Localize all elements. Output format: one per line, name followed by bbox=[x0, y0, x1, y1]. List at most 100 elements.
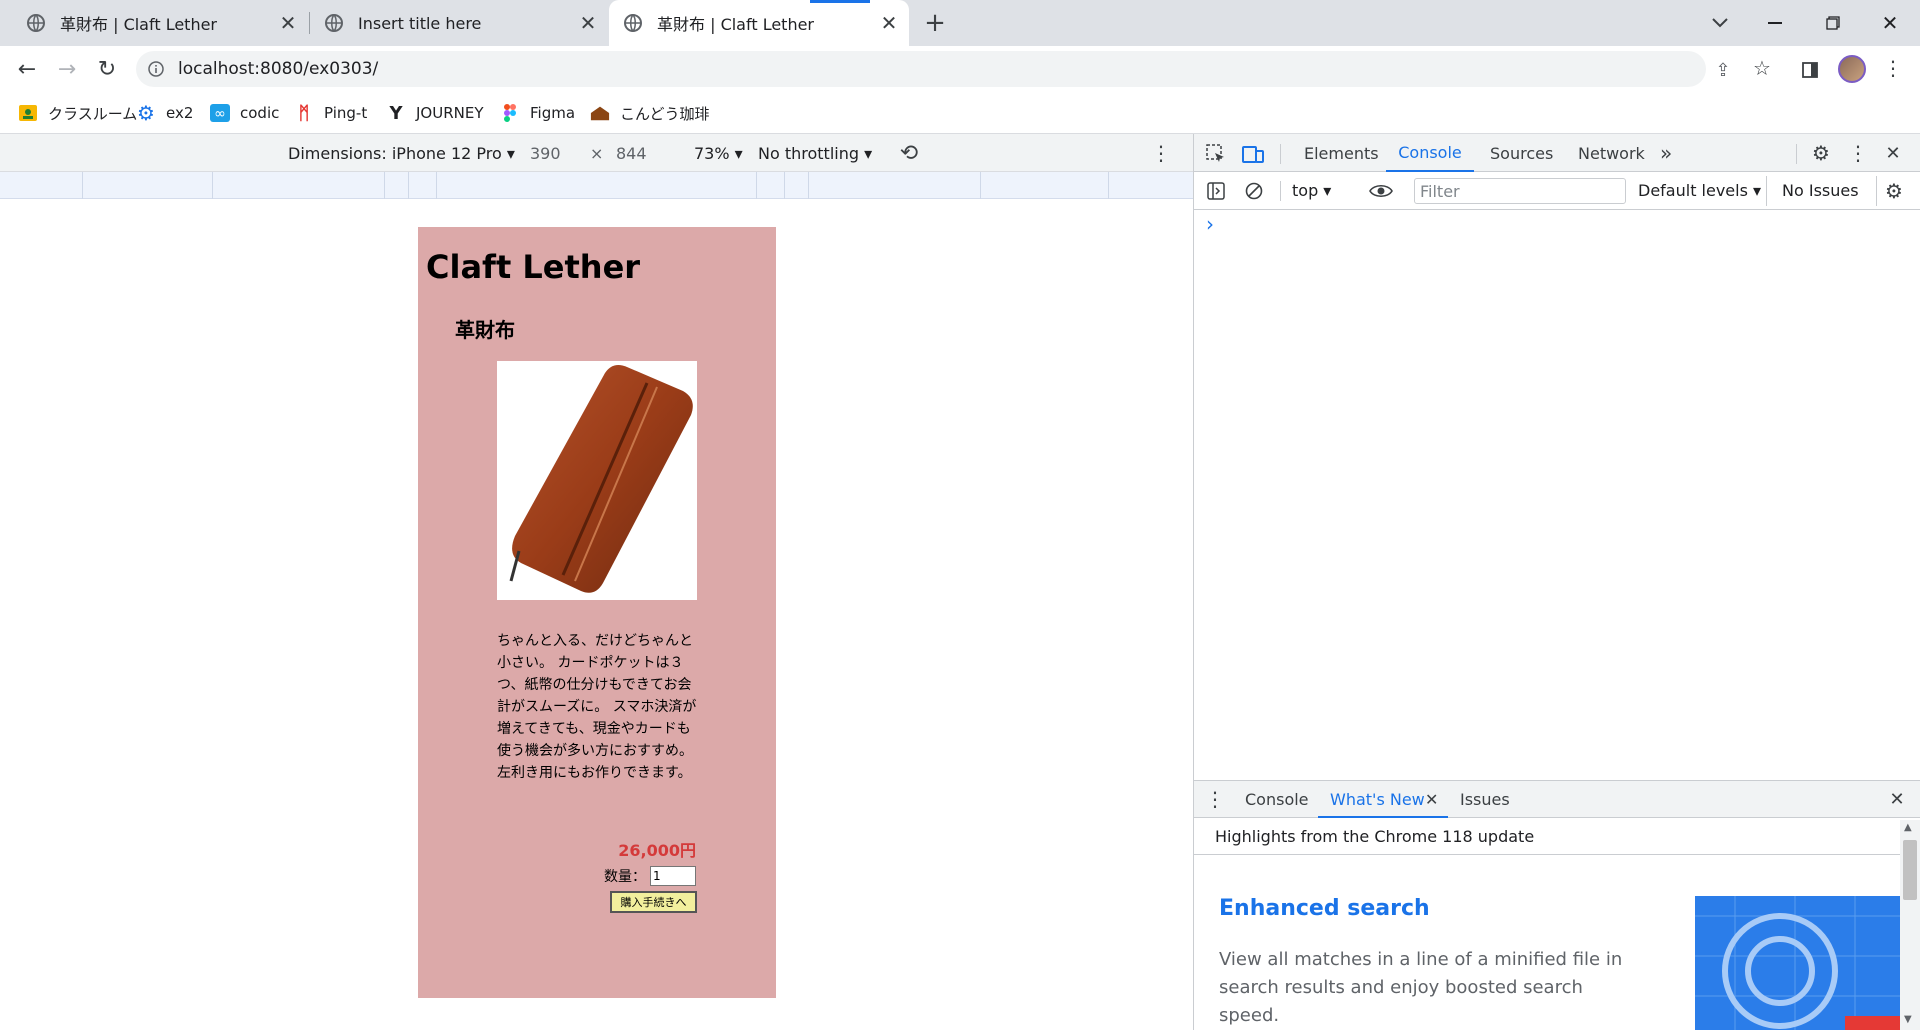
bookmark-item[interactable]: ∞ codic bbox=[210, 100, 279, 126]
menu-kebab-icon[interactable]: ⋮ bbox=[1880, 55, 1906, 81]
tab-elements[interactable]: Elements bbox=[1304, 134, 1379, 172]
tab-title: Insert title here bbox=[358, 13, 482, 33]
media-query-bar bbox=[0, 172, 1193, 199]
close-tab-icon[interactable]: ✕ bbox=[276, 11, 300, 35]
rotate-icon[interactable]: ⟲ bbox=[896, 140, 922, 166]
drawer-tab-console[interactable]: Console bbox=[1245, 780, 1309, 818]
quantity-label: 数量： bbox=[604, 869, 646, 885]
scrollbar-thumb[interactable] bbox=[1903, 840, 1917, 900]
drawer-tab-close-icon[interactable]: ✕ bbox=[1425, 780, 1438, 818]
minimize-icon[interactable] bbox=[1760, 8, 1790, 38]
side-panel-icon[interactable] bbox=[1797, 57, 1823, 83]
figma-icon bbox=[500, 103, 520, 123]
device-name: Dimensions: iPhone 12 Pro bbox=[288, 144, 502, 163]
new-tab-icon[interactable]: + bbox=[920, 8, 950, 38]
bookmark-label: ex2 bbox=[166, 104, 194, 122]
context-value: top bbox=[1292, 181, 1319, 200]
quantity-input[interactable] bbox=[650, 866, 696, 886]
loading-indicator bbox=[810, 0, 870, 3]
profile-avatar[interactable] bbox=[1838, 55, 1866, 83]
tab-search-icon[interactable] bbox=[1705, 8, 1735, 38]
bookmark-star-icon[interactable]: ☆ bbox=[1749, 55, 1775, 81]
clear-console-icon[interactable] bbox=[1241, 178, 1267, 204]
browser-tab-3-active[interactable]: 革財布 | Claft Lether ✕ bbox=[609, 0, 909, 46]
browser-tab-1[interactable]: 革財布 | Claft Lether ✕ bbox=[0, 0, 308, 46]
dimension-separator: × bbox=[590, 144, 604, 163]
live-expression-eye-icon[interactable] bbox=[1366, 178, 1396, 204]
bookmark-item[interactable]: クラスルーム bbox=[18, 100, 137, 126]
bookmark-item[interactable]: Y JOURNEY bbox=[386, 100, 484, 126]
width-input[interactable]: 390 bbox=[530, 144, 561, 163]
drawer-tab-issues[interactable]: Issues bbox=[1460, 780, 1510, 818]
height-input[interactable]: 844 bbox=[616, 144, 647, 163]
sidebar-toggle-icon[interactable] bbox=[1203, 178, 1229, 204]
url-text: localhost:8080/ex0303/ bbox=[178, 59, 379, 79]
tab-title: 革財布 | Claft Lether bbox=[60, 15, 218, 34]
context-select[interactable]: top ▾ bbox=[1292, 181, 1331, 200]
tab-network[interactable]: Network bbox=[1578, 134, 1645, 172]
ruler-divider bbox=[808, 172, 809, 199]
back-icon[interactable]: ← bbox=[12, 54, 42, 84]
bookmark-label: クラスルーム bbox=[48, 104, 138, 123]
devtools-menu-icon[interactable]: ⋮ bbox=[1845, 140, 1871, 166]
drawer-menu-icon[interactable]: ⋮ bbox=[1202, 786, 1228, 812]
toolbar-divider bbox=[1766, 176, 1767, 206]
bookmark-label: JOURNEY bbox=[416, 104, 484, 122]
inspect-element-icon[interactable] bbox=[1203, 141, 1229, 167]
svg-text:∞: ∞ bbox=[214, 106, 226, 122]
bookmark-item[interactable]: Figma bbox=[500, 100, 575, 126]
feature-illustration bbox=[1695, 896, 1900, 1030]
tab-console[interactable]: Console bbox=[1386, 134, 1474, 172]
bookmark-item[interactable]: ᛗ Ping-t bbox=[294, 100, 368, 126]
browser-tab-2[interactable]: Insert title here ✕ bbox=[310, 0, 608, 46]
cafe-icon bbox=[590, 103, 610, 123]
ruler-divider bbox=[82, 172, 83, 199]
more-options-icon[interactable]: ⋮ bbox=[1148, 140, 1174, 166]
toolbar-divider bbox=[1796, 144, 1797, 164]
toolbar-divider bbox=[1280, 144, 1281, 164]
whats-new-header: Highlights from the Chrome 118 update bbox=[1215, 827, 1535, 846]
purchase-button[interactable]: 購入手続きへ bbox=[610, 891, 697, 913]
console-prompt[interactable]: › bbox=[1206, 212, 1214, 236]
close-tab-icon[interactable]: ✕ bbox=[576, 11, 600, 35]
infinity-icon: ∞ bbox=[210, 103, 230, 123]
ruler-divider bbox=[784, 172, 785, 199]
reload-icon[interactable]: ↻ bbox=[92, 54, 122, 84]
tab-sources[interactable]: Sources bbox=[1490, 134, 1553, 172]
product-name: 革財布 bbox=[455, 318, 515, 342]
globe-icon bbox=[325, 14, 343, 32]
devtools-close-icon[interactable]: ✕ bbox=[1880, 140, 1906, 166]
toolbar-divider bbox=[1876, 176, 1877, 206]
more-tabs-icon[interactable]: » bbox=[1660, 134, 1672, 172]
wallet-image bbox=[497, 361, 697, 600]
gear-icon: ⚙ bbox=[137, 101, 155, 125]
feature-description: View all matches in a line of a minified… bbox=[1219, 949, 1623, 1026]
window-close-icon[interactable]: ✕ bbox=[1875, 8, 1905, 38]
site-info-icon[interactable] bbox=[146, 59, 166, 79]
scroll-up-icon[interactable]: ▲ bbox=[1904, 822, 1912, 833]
feature-title[interactable]: Enhanced search bbox=[1219, 896, 1430, 921]
bookmark-item[interactable]: ⚙ ex2 bbox=[136, 100, 193, 126]
zoom-select[interactable]: 73% ▾ bbox=[694, 144, 743, 163]
zoom-value: 73% bbox=[694, 144, 730, 163]
bookmark-item[interactable]: こんどう珈琲 bbox=[590, 100, 710, 126]
bookmark-label: codic bbox=[240, 104, 280, 122]
bookmark-label: Figma bbox=[530, 104, 576, 122]
throttling-select[interactable]: No throttling ▾ bbox=[758, 144, 872, 163]
restore-icon[interactable] bbox=[1818, 8, 1848, 38]
share-icon[interactable]: ⇪ bbox=[1710, 57, 1736, 83]
drawer-close-icon[interactable]: ✕ bbox=[1884, 786, 1910, 812]
throttling-value: No throttling bbox=[758, 144, 860, 163]
console-settings-icon[interactable]: ⚙ bbox=[1881, 178, 1907, 204]
device-select[interactable]: Dimensions: iPhone 12 Pro ▾ bbox=[288, 144, 515, 163]
close-tab-icon[interactable]: ✕ bbox=[877, 11, 901, 35]
settings-gear-icon[interactable]: ⚙ bbox=[1808, 140, 1834, 166]
issues-count[interactable]: No Issues bbox=[1782, 181, 1859, 200]
log-levels-select[interactable]: Default levels ▾ bbox=[1638, 181, 1761, 200]
scroll-down-icon[interactable]: ▼ bbox=[1904, 1014, 1912, 1025]
forward-icon[interactable]: → bbox=[52, 54, 82, 84]
ruler-divider bbox=[384, 172, 385, 199]
globe-icon bbox=[624, 14, 642, 32]
device-toggle-icon[interactable] bbox=[1240, 141, 1266, 167]
product-description: ちゃんと入る、だけどちゃんと小さい。 カードポケットは３つ、紙幣の仕分けもできて… bbox=[497, 633, 697, 781]
